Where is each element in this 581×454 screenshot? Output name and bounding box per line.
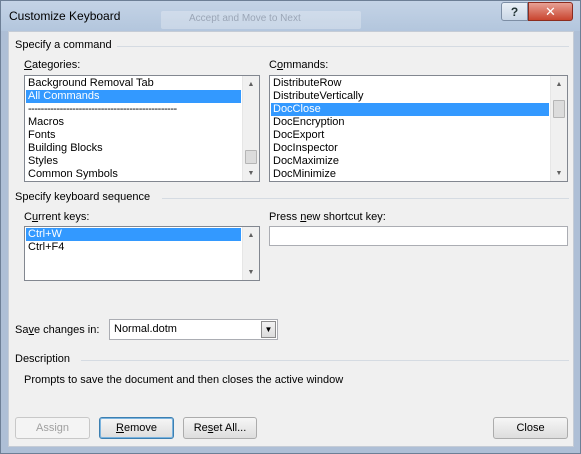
reset-all-button[interactable]: Reset All... — [183, 417, 257, 439]
scroll-up-icon[interactable]: ▲ — [551, 76, 567, 92]
list-item[interactable]: DocEncryption — [271, 116, 549, 129]
dropdown-arrow-icon[interactable]: ▼ — [261, 321, 276, 338]
scroll-down-icon[interactable]: ▼ — [243, 264, 259, 280]
commands-scrollbar[interactable]: ▲ ▼ — [550, 76, 567, 181]
list-item[interactable]: DistributeVertically — [271, 90, 549, 103]
section-divider — [117, 46, 569, 47]
list-item[interactable]: DocExport — [271, 129, 549, 142]
list-item[interactable]: DocMaximize — [271, 155, 549, 168]
dialog-title: Customize Keyboard — [9, 9, 121, 23]
assign-button[interactable]: Assign — [15, 417, 90, 439]
close-button[interactable]: Close — [493, 417, 568, 439]
save-changes-label: Save changes in: — [15, 324, 100, 336]
list-item[interactable]: Ctrl+W — [26, 228, 241, 241]
current-keys-label: Current keys: — [24, 211, 90, 223]
list-item[interactable]: All Commands — [26, 90, 241, 103]
list-item[interactable]: DistributeRow — [271, 77, 549, 90]
list-item[interactable]: DocMinimize — [271, 168, 549, 181]
list-item[interactable]: DocClose — [271, 103, 549, 116]
new-shortcut-label: Press new shortcut key: — [269, 211, 386, 223]
description-text: Prompts to save the document and then cl… — [24, 374, 344, 386]
window-close-button[interactable]: ✕ — [528, 2, 573, 21]
list-item[interactable]: DocInspector — [271, 142, 549, 155]
keyboard-section-heading: Specify keyboard sequence — [15, 191, 151, 203]
scroll-up-icon[interactable]: ▲ — [243, 76, 259, 92]
remove-button-label: Remove — [116, 422, 157, 434]
customize-keyboard-dialog: Customize Keyboard Accept and Move to Ne… — [0, 0, 581, 454]
close-button-label: Close — [516, 422, 545, 434]
scroll-thumb[interactable] — [245, 150, 257, 164]
categories-scrollbar[interactable]: ▲ ▼ — [242, 76, 259, 181]
list-item[interactable]: ----------------------------------------… — [26, 103, 241, 116]
section-divider — [162, 198, 569, 199]
commands-label: Commands: — [269, 59, 329, 71]
scroll-down-icon[interactable]: ▼ — [243, 165, 259, 181]
list-item[interactable]: Styles — [26, 155, 241, 168]
list-item[interactable]: Building Blocks — [26, 142, 241, 155]
reset-all-button-label: Reset All... — [193, 422, 247, 434]
list-item[interactable]: Common Symbols — [26, 168, 241, 181]
remove-button[interactable]: Remove — [99, 417, 174, 439]
dialog-client-area: Specify a command Categories: Background… — [8, 31, 574, 447]
current-keys-scrollbar[interactable]: ▲ ▼ — [242, 227, 259, 280]
background-tab-label: Accept and Move to Next — [189, 13, 301, 24]
new-shortcut-input[interactable] — [269, 226, 568, 246]
commands-listbox[interactable]: DistributeRow DistributeVertically DocClos… — [269, 75, 568, 182]
background-window-tab: Accept and Move to Next — [161, 11, 361, 29]
categories-listbox[interactable]: Background Removal Tab All Commands ------… — [24, 75, 260, 182]
scroll-down-icon[interactable]: ▼ — [551, 165, 567, 181]
categories-label: Categories: — [24, 59, 81, 71]
title-bar[interactable]: Customize Keyboard Accept and Move to Ne… — [1, 1, 580, 31]
description-heading: Description — [15, 353, 71, 365]
save-changes-select[interactable]: Normal.dotm ▼ — [109, 319, 278, 340]
list-item[interactable]: Fonts — [26, 129, 241, 142]
help-icon: ? — [510, 4, 519, 19]
command-section-heading: Specify a command — [15, 39, 112, 51]
list-item[interactable]: Background Removal Tab — [26, 77, 241, 90]
current-keys-listbox[interactable]: Ctrl+W Ctrl+F4 ▲ ▼ — [24, 226, 260, 281]
section-divider — [81, 360, 569, 361]
help-button[interactable]: ? — [501, 2, 528, 21]
save-changes-value: Normal.dotm — [114, 323, 177, 335]
close-icon: ✕ — [545, 3, 556, 19]
assign-button-label: Assign — [35, 422, 70, 434]
list-item[interactable]: Macros — [26, 116, 241, 129]
list-item[interactable]: Ctrl+F4 — [26, 241, 241, 254]
scroll-up-icon[interactable]: ▲ — [243, 227, 259, 243]
scroll-thumb[interactable] — [553, 100, 565, 118]
